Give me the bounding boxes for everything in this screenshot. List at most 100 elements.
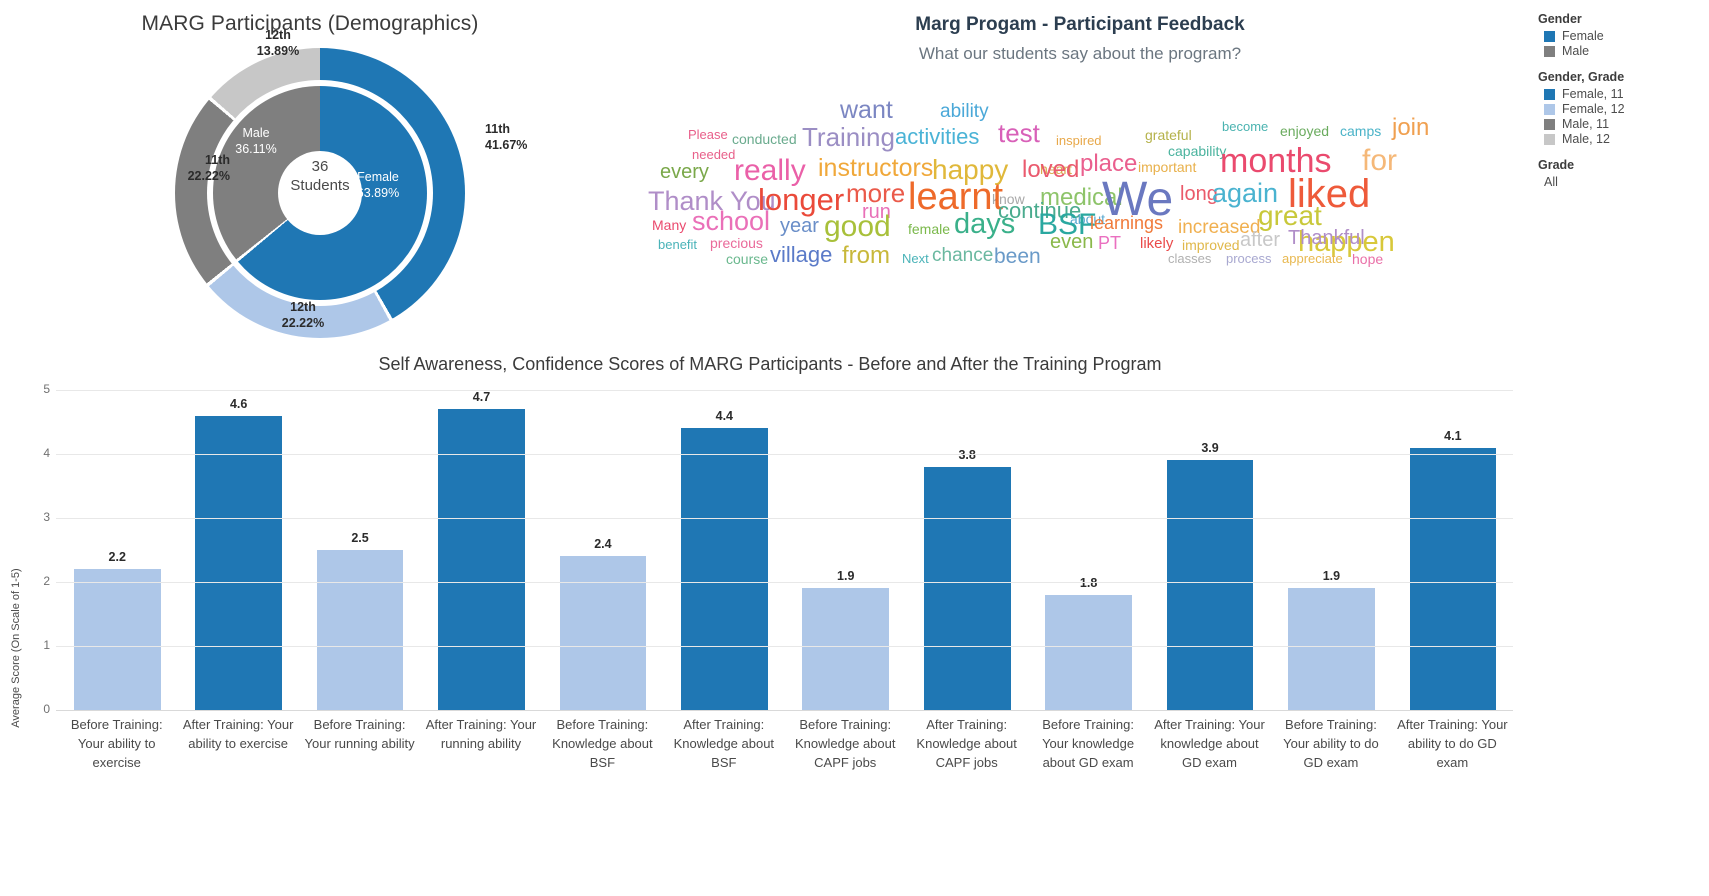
wordcloud-word[interactable]: Many [652, 218, 686, 232]
wordcloud-word[interactable]: loved [1022, 158, 1079, 182]
wordcloud-word[interactable]: precious [710, 236, 763, 250]
legend-item[interactable]: Male, 11 [1544, 117, 1708, 131]
wordcloud-word[interactable]: Training [802, 124, 895, 150]
legend-group-title: Gender [1538, 12, 1582, 26]
wordcloud-word[interactable]: ability [940, 102, 989, 121]
bar[interactable]: 2.4 [559, 537, 647, 710]
wordcloud-word[interactable]: enjoyed [1280, 124, 1329, 138]
x-axis-tick-label: Before Training: Your running ability [304, 717, 415, 751]
wordcloud-word[interactable]: village [770, 244, 832, 266]
y-axis-label: Average Score (On Scale of 1-5) [10, 568, 22, 728]
legend-item[interactable]: Female, 11 [1544, 87, 1708, 101]
legend-item-label: Male, 12 [1562, 132, 1610, 146]
wordcloud-word[interactable]: appreciate [1282, 252, 1343, 265]
legend-item-label: Female, 12 [1562, 102, 1625, 116]
wordcloud-word[interactable]: female [908, 222, 950, 236]
bar-value-label: 4.1 [1444, 428, 1462, 443]
wordcloud-word[interactable]: Thankful [1288, 228, 1365, 248]
legend-item[interactable]: Female [1544, 29, 1708, 43]
wordcloud-word[interactable]: from [842, 244, 890, 268]
x-axis-tick-label: After Training: Knowledge about CAPF job… [916, 717, 1017, 770]
wordcloud-word[interactable]: important [1138, 160, 1196, 174]
wordcloud-word[interactable]: school [692, 208, 770, 235]
legend-item-label: Female, 11 [1562, 87, 1624, 101]
x-axis-line [56, 710, 1513, 711]
wordcloud-word[interactable]: classes [1168, 252, 1211, 265]
y-axis-tick: 3 [43, 510, 50, 524]
bar-cell[interactable]: 2.5 [299, 390, 420, 710]
wordcloud-word[interactable]: become [1222, 120, 1268, 133]
legend-item[interactable]: All [1544, 175, 1708, 189]
wordcloud-word[interactable]: learnings [1090, 214, 1163, 232]
bar-chart-plot[interactable]: 2.24.62.54.72.44.41.93.81.83.91.94.1 012… [43, 382, 1513, 716]
bar[interactable]: 3.9 [1166, 441, 1254, 710]
legend-item[interactable]: Male [1544, 44, 1708, 58]
wordcloud-word[interactable]: been [994, 246, 1041, 267]
legend-item[interactable]: Male, 12 [1544, 132, 1708, 146]
bar[interactable]: 4.4 [680, 409, 768, 710]
legend-group: Grade All [1538, 158, 1708, 189]
wordcloud-word[interactable]: PT [1098, 234, 1121, 252]
bar-cell[interactable]: 4.6 [177, 390, 298, 710]
bar[interactable]: 1.9 [1288, 569, 1375, 710]
bar[interactable]: 4.6 [195, 397, 282, 710]
wordcloud-word[interactable]: test [998, 120, 1040, 146]
wordcloud-word[interactable]: Please [688, 128, 728, 141]
donut-label-grade-12-male: 12th 13.89% [256, 28, 300, 58]
wordcloud-word[interactable]: Next [902, 252, 929, 265]
wordcloud-word[interactable]: grateful [1145, 128, 1192, 142]
y-axis-tick: 2 [43, 574, 50, 588]
wordcloud-word[interactable]: inspired [1056, 134, 1102, 147]
bar-value-label: 4.7 [472, 390, 491, 405]
bar[interactable]: 2.5 [316, 531, 404, 710]
wordcloud-word[interactable]: year [780, 216, 819, 236]
bar-value-label: 2.2 [108, 550, 126, 565]
wordcloud-word[interactable]: good [824, 212, 891, 242]
wordcloud-word[interactable]: want [840, 98, 893, 123]
wordcloud-word[interactable]: camps [1340, 124, 1381, 138]
wordcloud-word[interactable]: process [1226, 252, 1272, 265]
wordcloud-word[interactable]: likely [1140, 236, 1173, 251]
legend-group-title: Grade [1538, 158, 1575, 172]
x-axis-tick-label: Before Training: Your ability to do GD e… [1283, 717, 1379, 770]
y-axis-tick: 1 [43, 638, 50, 652]
wordcloud-word[interactable]: days [954, 210, 1015, 239]
bar-cell[interactable]: 4.7 [420, 390, 541, 710]
legend-item[interactable]: Female, 12 [1544, 102, 1708, 116]
bar-cell[interactable]: 2.4 [542, 390, 663, 710]
bar-cell[interactable]: 1.8 [1027, 390, 1148, 710]
legend-swatch [1544, 103, 1555, 115]
bar[interactable]: 3.8 [923, 448, 1011, 710]
bar[interactable]: 1.8 [1045, 576, 1132, 710]
wordcloud-word[interactable]: every [660, 162, 709, 182]
wordcloud-word[interactable]: join [1392, 116, 1429, 140]
gridline [56, 646, 1513, 647]
wordcloud-word[interactable]: chance [932, 246, 993, 265]
wordcloud-word[interactable]: benefit [658, 238, 697, 251]
legend-panel: Gender Female Male Gender, Grade Female, 11 F… [1538, 12, 1708, 201]
wordcloud-word[interactable]: improved [1182, 238, 1240, 252]
wordcloud-word[interactable]: capability [1168, 144, 1226, 158]
wordcloud-word[interactable]: needed [692, 148, 735, 161]
wordcloud-word[interactable]: even [1050, 232, 1093, 252]
donut-chart[interactable]: 36 Students Female 63.89% Male 36.11% [175, 48, 465, 338]
wordcloud-word[interactable]: hope [1352, 252, 1383, 266]
bar-cell[interactable]: 3.9 [1149, 390, 1270, 710]
bar[interactable]: 4.1 [1409, 429, 1497, 710]
wordcloud-word[interactable]: course [726, 252, 768, 266]
bar-cell[interactable]: 1.9 [1270, 390, 1391, 710]
bar-series[interactable]: 2.2 4.6 2.5 4.7 2.4 4.4 1.9 3.8 1.8 3.9 1.9 4.1 [56, 390, 1513, 710]
bar-cell[interactable]: 4.1 [1392, 390, 1513, 710]
bar-chart-title: Self Awareness, Confidence Scores of MAR… [378, 354, 1162, 374]
bar-cell[interactable]: 2.2 [56, 390, 177, 710]
bar-cell[interactable]: 1.9 [785, 390, 906, 710]
bar[interactable]: 2.2 [73, 550, 161, 710]
wordcloud-stage[interactable]: want ability Please conducted Training activi… [640, 80, 1520, 310]
wordcloud-word[interactable]: activities [895, 126, 979, 148]
wordcloud-word[interactable]: conducted [732, 132, 797, 146]
wordcloud-word[interactable]: after [1240, 230, 1280, 250]
bar[interactable]: 1.9 [802, 569, 890, 710]
bar-cell[interactable]: 3.8 [906, 390, 1027, 710]
bar-cell[interactable]: 4.4 [663, 390, 784, 710]
y-axis-tick: 5 [43, 382, 50, 396]
